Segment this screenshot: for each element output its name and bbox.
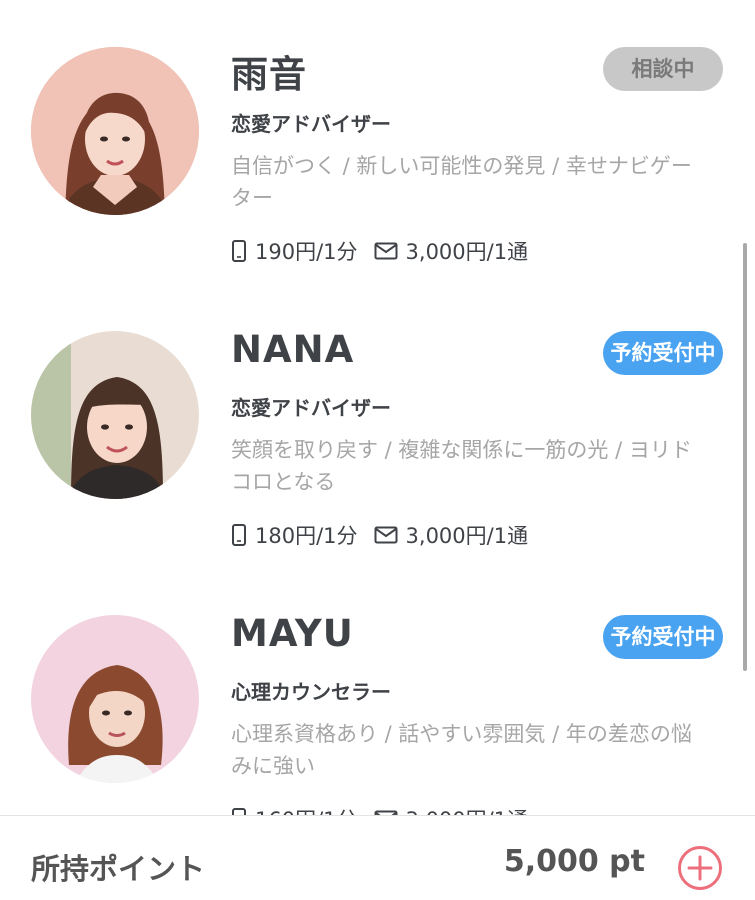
counselor-card[interactable]: MAYU 予約受付中 心理カウンセラー 心理系資格あり / 話やすい雰囲気 / … bbox=[0, 568, 755, 815]
phone-icon bbox=[232, 524, 246, 546]
status-badge: 予約受付中 bbox=[603, 615, 723, 659]
mail-icon bbox=[374, 526, 398, 544]
counselor-list[interactable]: 雨音 相談中 恋愛アドバイザー 自信がつく / 新しい可能性の発見 / 幸せナビ… bbox=[0, 0, 755, 815]
phone-price-text: 190円/1分 bbox=[255, 240, 358, 264]
counselor-title: 恋愛アドバイザー bbox=[231, 396, 391, 420]
phone-price-text: 160円/1分 bbox=[255, 804, 358, 815]
counselor-name[interactable]: NANA bbox=[231, 328, 354, 371]
price-row: 190円/1分 3,000円/1通 bbox=[231, 234, 528, 268]
points-balance: 5,000 pt bbox=[503, 844, 645, 879]
counselor-tags: 心理系資格あり / 話やすい雰囲気 / 年の差恋の悩みに強い bbox=[231, 722, 692, 778]
phone-price: 190円/1分 bbox=[231, 236, 358, 266]
mail-icon bbox=[374, 242, 398, 260]
mail-price: 3,000円/1通 bbox=[374, 520, 529, 550]
price-row: 160円/1分 3,000円/1通 bbox=[231, 802, 528, 815]
price-row: 180円/1分 3,000円/1通 bbox=[231, 518, 528, 552]
phone-price-text: 180円/1分 bbox=[255, 524, 358, 548]
counselor-title: 恋愛アドバイザー bbox=[231, 112, 391, 136]
counselor-title: 心理カウンセラー bbox=[231, 680, 391, 704]
points-footer: 所持ポイント 5,000 pt bbox=[0, 815, 755, 900]
mail-price: 3,000円/1通 bbox=[374, 236, 529, 266]
mail-price-text: 3,000円/1通 bbox=[405, 240, 529, 264]
app-screen: 雨音 相談中 恋愛アドバイザー 自信がつく / 新しい可能性の発見 / 幸せナビ… bbox=[0, 0, 755, 900]
avatar bbox=[31, 331, 199, 499]
avatar bbox=[31, 47, 199, 215]
counselor-tags: 自信がつく / 新しい可能性の発見 / 幸せナビゲーター bbox=[231, 154, 692, 210]
points-label: 所持ポイント bbox=[31, 852, 206, 886]
phone-icon bbox=[232, 240, 246, 262]
phone-price: 160円/1分 bbox=[231, 804, 358, 815]
counselor-card[interactable]: NANA 予約受付中 恋愛アドバイザー 笑顔を取り戻す / 複雑な関係に一筋の光… bbox=[0, 284, 755, 568]
mail-price-text: 3,000円/1通 bbox=[405, 524, 529, 548]
counselor-card[interactable]: 雨音 相談中 恋愛アドバイザー 自信がつく / 新しい可能性の発見 / 幸せナビ… bbox=[0, 0, 755, 284]
scrollbar[interactable] bbox=[743, 243, 747, 671]
counselor-name[interactable]: MAYU bbox=[231, 612, 354, 655]
counselor-tags: 笑顔を取り戻す / 複雑な関係に一筋の光 / ヨリドコロとなる bbox=[231, 438, 692, 494]
phone-price: 180円/1分 bbox=[231, 520, 358, 550]
mail-price: 3,000円/1通 bbox=[374, 804, 529, 815]
status-badge: 相談中 bbox=[603, 47, 723, 91]
status-badge: 予約受付中 bbox=[603, 331, 723, 375]
counselor-name[interactable]: 雨音 bbox=[231, 44, 307, 98]
plus-circle-icon bbox=[678, 846, 722, 890]
add-points-button[interactable] bbox=[677, 845, 723, 891]
avatar bbox=[31, 615, 199, 783]
mail-price-text: 3,000円/1通 bbox=[406, 804, 529, 815]
phone-icon bbox=[232, 808, 246, 815]
